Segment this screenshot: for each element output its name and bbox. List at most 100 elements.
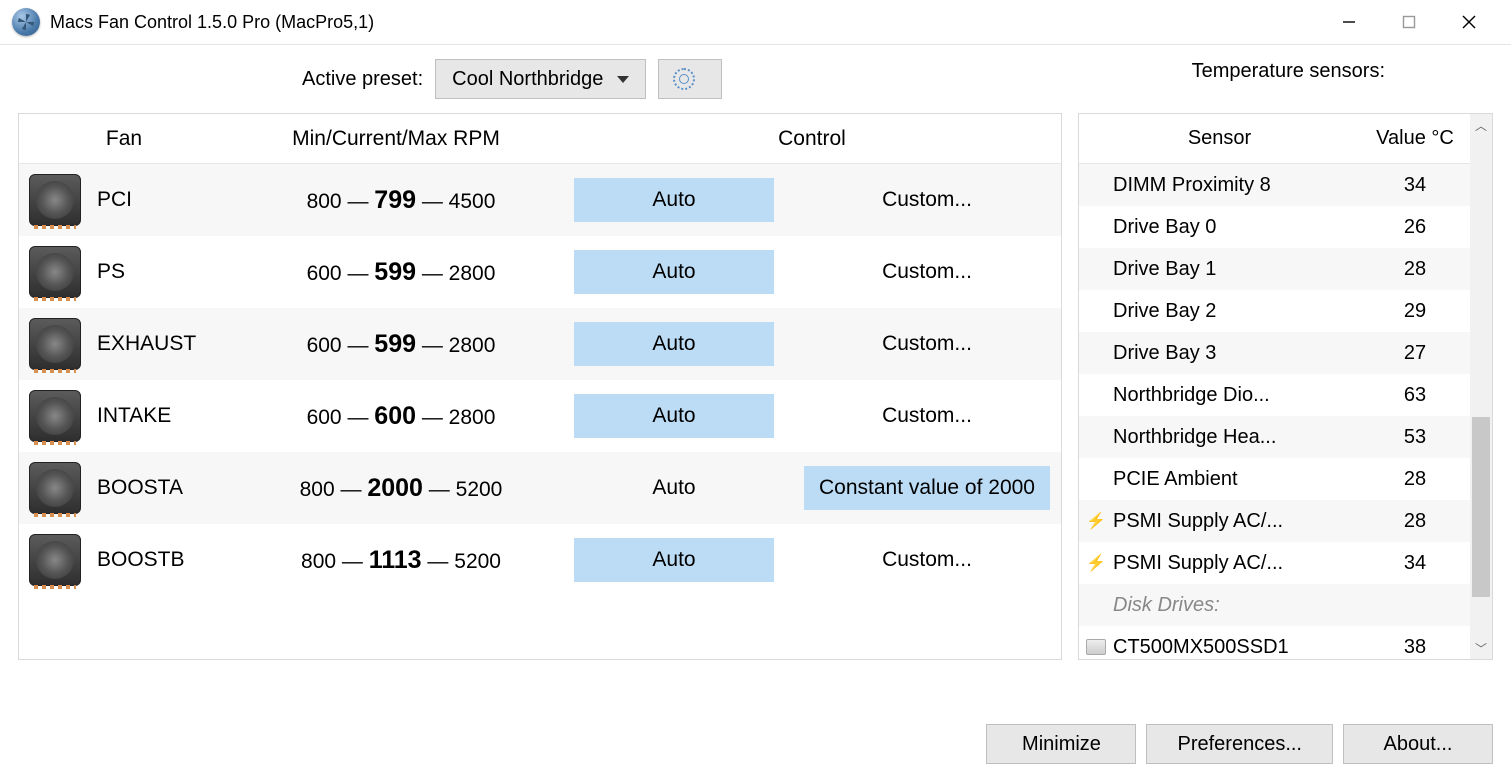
sensor-name: CT500MX500SSD1 (1113, 636, 1360, 659)
window-close-button[interactable] (1439, 2, 1499, 42)
scroll-track[interactable] (1470, 136, 1492, 637)
sensor-value: 63 (1360, 384, 1470, 407)
scroll-down-icon[interactable]: ﹀ (1470, 637, 1492, 659)
app-icon (12, 8, 40, 36)
fan-row: PS600 — 599 — 2800 Auto Custom... (19, 236, 1061, 308)
fan-row: BOOSTA800 — 2000 — 5200AutoConstant valu… (19, 452, 1061, 524)
fan-name: INTAKE (91, 404, 236, 428)
sensor-row[interactable]: ⚡PSMI Supply AC/...34 (1079, 542, 1470, 584)
fan-auto-button[interactable]: Auto (574, 322, 774, 366)
sensor-scrollbar[interactable]: ︿ ﹀ (1470, 114, 1492, 659)
window-title: Macs Fan Control 1.5.0 Pro (MacPro5,1) (50, 12, 1319, 33)
sensor-row[interactable]: Disk Drives: (1079, 584, 1470, 626)
fan-icon-cell (19, 462, 91, 514)
fan-icon (29, 462, 81, 514)
sensor-row[interactable]: Drive Bay 229 (1079, 290, 1470, 332)
fan-icon (29, 246, 81, 298)
fan-name: PS (91, 260, 236, 284)
sensor-row[interactable]: Drive Bay 128 (1079, 248, 1470, 290)
sensor-icon-cell (1079, 639, 1113, 655)
sensor-header-value: Value °C (1360, 127, 1470, 150)
fan-icon (29, 318, 81, 370)
fan-header-control: Control (563, 127, 1061, 151)
sensor-row[interactable]: CT500MX500SSD138 (1079, 626, 1470, 659)
fan-custom-button[interactable]: Custom... (804, 538, 1050, 582)
sensor-name: PCIE Ambient (1113, 468, 1360, 491)
fan-auto-button[interactable]: Auto (574, 250, 774, 294)
sensor-value: 34 (1360, 552, 1470, 575)
fan-name: EXHAUST (91, 332, 236, 356)
fan-name: BOOSTB (91, 548, 236, 572)
minimize-button[interactable]: Minimize (986, 724, 1136, 764)
preset-selected: Cool Northbridge (452, 68, 603, 91)
fan-icon-cell (19, 246, 91, 298)
scroll-up-icon[interactable]: ︿ (1470, 114, 1492, 136)
sensor-name: Drive Bay 3 (1113, 342, 1360, 365)
sensor-row[interactable]: Drive Bay 026 (1079, 206, 1470, 248)
scroll-thumb[interactable] (1472, 417, 1490, 597)
sensor-value: 27 (1360, 342, 1470, 365)
bottom-bar: Minimize Preferences... About... (986, 724, 1493, 764)
fan-auto-button[interactable]: Auto (574, 394, 774, 438)
fan-custom-button[interactable]: Custom... (804, 322, 1050, 366)
fan-auto-button[interactable]: Auto (574, 466, 774, 510)
sensor-value: 28 (1360, 510, 1470, 533)
fan-auto-button[interactable]: Auto (574, 538, 774, 582)
fan-icon (29, 174, 81, 226)
maximize-icon (1402, 15, 1416, 29)
fan-custom-button[interactable]: Custom... (804, 178, 1050, 222)
sensor-value: 26 (1360, 216, 1470, 239)
fan-icon-cell (19, 174, 91, 226)
sensor-header-name: Sensor (1079, 127, 1360, 150)
titlebar: Macs Fan Control 1.5.0 Pro (MacPro5,1) (0, 0, 1511, 45)
sensor-row[interactable]: ⚡ PSMI Supply AC/...28 (1079, 500, 1470, 542)
window-maximize-button[interactable] (1379, 2, 1439, 42)
about-button[interactable]: About... (1343, 724, 1493, 764)
sensor-name: Drive Bay 2 (1113, 300, 1360, 323)
fan-header-rpm: Min/Current/Max RPM (229, 127, 563, 151)
settings-dropdown[interactable] (658, 59, 722, 99)
fan-name: PCI (91, 188, 236, 212)
sensor-table-header: Sensor Value °C (1079, 114, 1470, 164)
fan-row: BOOSTB800 — 1113 — 5200 Auto Custom... (19, 524, 1061, 596)
fan-rpm: 600 — 599 — 2800 (236, 330, 566, 359)
fan-rpm: 800 — 1113 — 5200 (236, 546, 566, 575)
fan-icon (29, 534, 81, 586)
fan-header-name: Fan (19, 127, 229, 151)
fan-rpm: 600 — 599 — 2800 (236, 258, 566, 287)
fan-rpm: 600 — 600 — 2800 (236, 402, 566, 431)
fan-rpm: 800 — 799 — 4500 (236, 186, 566, 215)
gear-icon (673, 68, 695, 90)
chevron-down-icon (617, 76, 629, 83)
fan-custom-button[interactable]: Custom... (804, 250, 1050, 294)
fan-icon (29, 390, 81, 442)
fan-custom-button[interactable]: Constant value of 2000 (804, 466, 1050, 510)
sensor-row[interactable]: Northbridge Dio...63 (1079, 374, 1470, 416)
window-minimize-button[interactable] (1319, 2, 1379, 42)
sensor-row[interactable]: DIMM Proximity 834 (1079, 164, 1470, 206)
sensor-row[interactable]: Drive Bay 327 (1079, 332, 1470, 374)
close-icon (1462, 15, 1476, 29)
fan-table-header: Fan Min/Current/Max RPM Control (19, 114, 1061, 164)
sensor-row[interactable]: PCIE Ambient28 (1079, 458, 1470, 500)
fan-icon-cell (19, 390, 91, 442)
drive-icon (1086, 639, 1106, 655)
sensor-name: Disk Drives: (1113, 594, 1360, 617)
fan-rpm: 800 — 2000 — 5200 (236, 474, 566, 503)
sensor-icon-cell: ⚡ (1079, 511, 1113, 531)
sensor-value: 53 (1360, 426, 1470, 449)
bolt-icon: ⚡ (1086, 511, 1106, 531)
fan-row: EXHAUST600 — 599 — 2800 Auto Custom... (19, 308, 1061, 380)
fan-auto-button[interactable]: Auto (574, 178, 774, 222)
fan-row: INTAKE600 — 600 — 2800 Auto Custom... (19, 380, 1061, 452)
sensor-name: Northbridge Hea... (1113, 426, 1360, 449)
fan-row: PCI800 — 799 — 4500 Auto Custom... (19, 164, 1061, 236)
sensor-row[interactable]: Northbridge Hea...53 (1079, 416, 1470, 458)
preferences-button[interactable]: Preferences... (1146, 724, 1333, 764)
fan-icon-cell (19, 534, 91, 586)
preset-dropdown[interactable]: Cool Northbridge (435, 59, 646, 99)
sensor-name: Drive Bay 0 (1113, 216, 1360, 239)
fan-icon-cell (19, 318, 91, 370)
fan-custom-button[interactable]: Custom... (804, 394, 1050, 438)
sensor-name: PSMI Supply AC/... (1113, 510, 1360, 533)
